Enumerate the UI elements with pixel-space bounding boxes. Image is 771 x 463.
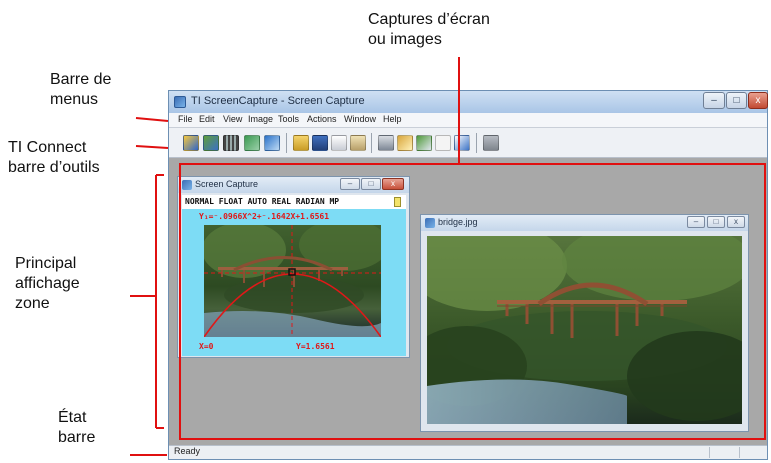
callout-lines <box>130 57 460 456</box>
